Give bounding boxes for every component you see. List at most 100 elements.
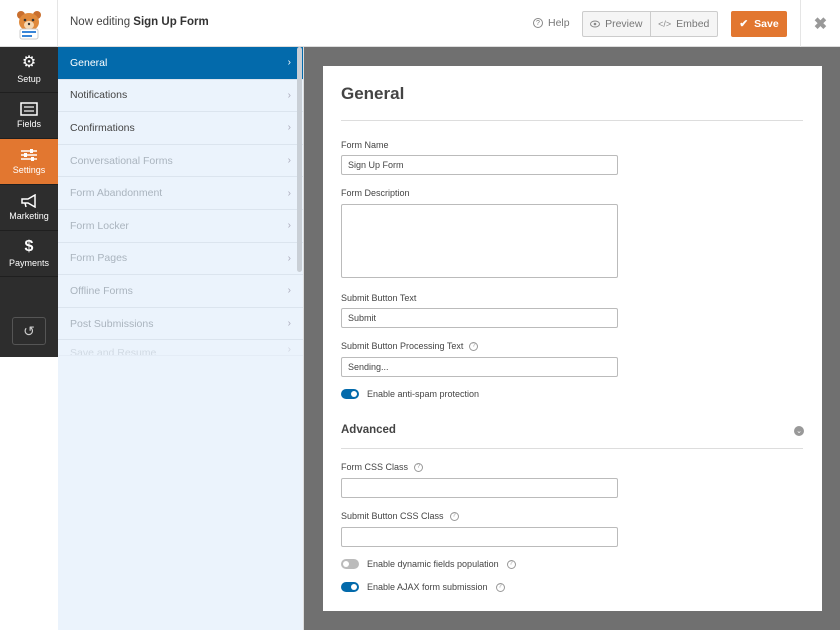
- divider: [341, 448, 803, 449]
- toggle-label: Enable anti-spam protection: [367, 389, 480, 399]
- input-value: Sending...: [348, 362, 389, 372]
- builder-sidebar: ⚙ Setup Fields Settings Marketing $ Paym…: [0, 47, 58, 357]
- nav-item-settings[interactable]: Settings: [0, 139, 58, 185]
- submenu-item-label: General: [70, 56, 108, 69]
- submenu-item-conversational-forms[interactable]: Conversational Forms ›: [58, 145, 303, 178]
- ajax-toggle[interactable]: [341, 582, 359, 592]
- close-button[interactable]: ✖: [800, 0, 840, 47]
- fields-icon: [20, 102, 38, 116]
- submenu-item-label: Notifications: [70, 89, 128, 102]
- history-icon: ↺: [23, 322, 35, 339]
- submenu-item-form-pages[interactable]: Form Pages ›: [58, 243, 303, 276]
- nav-item-marketing[interactable]: Marketing: [0, 185, 58, 231]
- submit-text-label: Submit Button Text: [341, 293, 416, 303]
- nav-item-label: Marketing: [9, 211, 49, 221]
- chevron-right-icon: ›: [287, 318, 291, 330]
- settings-panel: General Form Name Sign Up Form Form Desc…: [323, 66, 822, 611]
- question-circle-icon[interactable]: ?: [495, 582, 505, 592]
- help-label: Help: [548, 17, 570, 29]
- css-class-label: Form CSS Class ?: [341, 462, 424, 472]
- form-name-title: Sign Up Form: [133, 16, 209, 28]
- advanced-section-title: Advanced: [341, 424, 396, 436]
- top-bar: Now editing Sign Up Form ? Help Preview …: [0, 0, 840, 47]
- question-circle-icon[interactable]: ?: [469, 341, 479, 351]
- submit-css-input[interactable]: [341, 527, 618, 547]
- embed-button[interactable]: </> Embed: [649, 12, 718, 36]
- code-icon: </>: [658, 19, 672, 29]
- check-icon: ✔: [739, 18, 749, 30]
- submenu-item-label: Form Abandonment: [70, 187, 163, 200]
- nav-item-setup[interactable]: ⚙ Setup: [0, 47, 58, 93]
- submenu-item-confirmations[interactable]: Confirmations ›: [58, 112, 303, 145]
- question-circle-icon[interactable]: ?: [449, 511, 459, 521]
- bear-logo-icon: [16, 10, 41, 39]
- ajax-row: Enable AJAX form submission ?: [341, 582, 505, 592]
- chevron-right-icon: ›: [287, 155, 291, 167]
- submenu-item-label: Form Locker: [70, 219, 129, 232]
- label-text: Submit Button Text: [341, 293, 417, 303]
- nav-item-label: Settings: [12, 165, 46, 175]
- settings-submenu: General › Notifications › Confirmations …: [58, 47, 304, 630]
- save-label: Save: [754, 18, 779, 30]
- dynamic-toggle[interactable]: [341, 559, 359, 569]
- css-class-input[interactable]: [341, 478, 618, 498]
- panel-title: General: [341, 84, 405, 103]
- nav-item-label: Payments: [8, 258, 50, 268]
- chevron-right-icon: ›: [287, 57, 291, 69]
- megaphone-icon: [21, 194, 36, 208]
- preview-embed-group: Preview </> Embed: [582, 11, 718, 37]
- submenu-item-notifications[interactable]: Notifications ›: [58, 80, 303, 113]
- form-description-label: Form Description: [341, 188, 410, 198]
- submit-css-label: Submit Button CSS Class ?: [341, 511, 459, 521]
- submenu-item-label: Offline Forms: [70, 284, 133, 297]
- dollar-icon: $: [24, 238, 34, 255]
- toggle-label: Enable AJAX form submission: [367, 582, 488, 592]
- embed-label: Embed: [676, 18, 710, 30]
- submenu-scrollbar[interactable]: [297, 47, 302, 272]
- nav-item-payments[interactable]: $ Payments: [0, 231, 58, 277]
- input-value: Submit: [348, 313, 377, 323]
- antispam-row: Enable anti-spam protection: [341, 389, 479, 399]
- submenu-item-label: Save and Resume: [70, 347, 157, 357]
- submenu-item-general[interactable]: General ›: [58, 47, 303, 80]
- submit-text-input[interactable]: Submit: [341, 308, 618, 328]
- revisions-button[interactable]: ↺: [12, 317, 46, 345]
- submenu-item-form-abandonment[interactable]: Form Abandonment ›: [58, 177, 303, 210]
- submenu-item-offline-forms[interactable]: Offline Forms ›: [58, 275, 303, 308]
- input-value: Sign Up Form: [348, 160, 404, 170]
- chevron-right-icon: ›: [287, 252, 291, 264]
- save-button[interactable]: ✔ Save: [731, 11, 787, 37]
- toggle-label: Enable dynamic fields population: [367, 559, 499, 569]
- wpforms-logo: [0, 0, 58, 47]
- chevron-right-icon: ›: [287, 344, 291, 356]
- preview-button[interactable]: Preview: [583, 12, 650, 36]
- processing-text-input[interactable]: Sending...: [341, 357, 618, 377]
- help-link[interactable]: ? Help: [533, 17, 570, 29]
- antispam-toggle[interactable]: [341, 389, 359, 399]
- divider: [341, 120, 803, 121]
- sliders-icon: [21, 149, 37, 161]
- nav-item-fields[interactable]: Fields: [0, 93, 58, 139]
- submenu-item-label: Confirmations: [70, 121, 135, 134]
- label-text: Submit Button CSS Class: [341, 511, 444, 521]
- label-text: Form Name: [341, 140, 389, 150]
- chevron-down-icon[interactable]: ⌄: [794, 426, 804, 436]
- close-icon: ✖: [813, 15, 828, 33]
- chevron-right-icon: ›: [287, 89, 291, 101]
- label-text: Form Description: [341, 188, 410, 198]
- editing-title: Now editing Sign Up Form: [70, 16, 209, 28]
- preview-label: Preview: [605, 18, 643, 30]
- dynamic-row: Enable dynamic fields population ?: [341, 559, 516, 569]
- submenu-item-label: Form Pages: [70, 252, 128, 265]
- submenu-item-label: Conversational Forms: [70, 154, 173, 167]
- question-circle-icon[interactable]: ?: [506, 559, 516, 569]
- question-circle-icon[interactable]: ?: [414, 462, 424, 472]
- label-text: Submit Button Processing Text: [341, 341, 464, 351]
- form-name-input[interactable]: Sign Up Form: [341, 155, 618, 175]
- form-description-textarea[interactable]: [341, 204, 618, 278]
- chevron-right-icon: ›: [287, 122, 291, 134]
- submenu-item-post-submissions[interactable]: Post Submissions ›: [58, 308, 303, 341]
- submenu-item-save-and-resume[interactable]: Save and Resume ›: [58, 340, 303, 357]
- submenu-item-form-locker[interactable]: Form Locker ›: [58, 210, 303, 243]
- editing-prefix: Now editing: [70, 16, 131, 28]
